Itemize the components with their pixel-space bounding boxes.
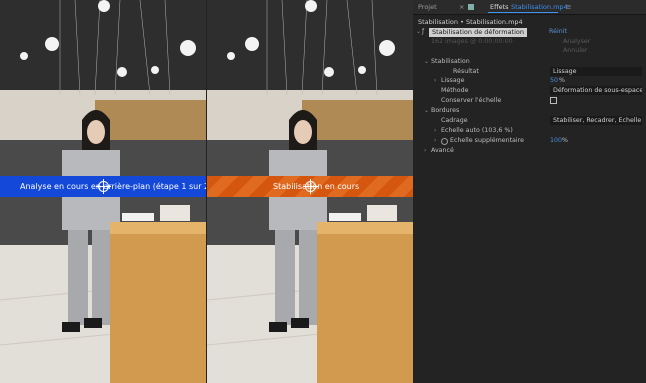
lissage-unit: % (559, 77, 565, 84)
conserver-label: Conserver l'échelle (441, 97, 502, 104)
effect-name-label[interactable]: Stabilisation de déformation (429, 28, 527, 37)
chevron-right-icon[interactable]: › (434, 137, 436, 144)
resultat-dropdown[interactable]: Lissage (550, 67, 642, 76)
chevron-right-icon[interactable]: › (424, 147, 426, 154)
effect-controls-panel: Projet × Effets Stabilisation.mp4 ≡ Stab… (413, 0, 646, 383)
chevron-right-icon[interactable]: › (434, 127, 436, 134)
right-preview-frame: Stabilisation en cours (207, 0, 413, 383)
crosshair-icon (96, 179, 111, 194)
echelle-sup-value[interactable]: 100 (550, 137, 562, 144)
section-bordures[interactable]: Bordures (431, 107, 459, 114)
chevron-down-icon[interactable]: ⌄ (424, 107, 429, 114)
chevron-right-icon[interactable]: › (434, 77, 436, 84)
effects-panel-icon (468, 4, 474, 10)
resultat-label: Résultat (453, 68, 479, 75)
left-preview-frame: Analyse en cours en arrière-plan (étape … (0, 0, 206, 383)
section-avance[interactable]: Avancé (431, 147, 454, 154)
fx-toggle-icon[interactable]: ƒ (422, 28, 424, 35)
lissage-label: Lissage (441, 77, 465, 84)
cadrage-dropdown[interactable]: Stabiliser, Recadrer, Echelle aut (550, 116, 642, 125)
echelle-sup-unit: % (562, 137, 568, 144)
analysis-banner-text: Analyse en cours en arrière-plan (étape … (20, 182, 206, 191)
lissage-value[interactable]: 50 (550, 77, 558, 84)
cancel-button[interactable]: Annuler (563, 47, 588, 54)
tab-project[interactable]: Projet (418, 3, 437, 11)
echelle-sup-label: Echelle supplémentaire (450, 137, 524, 144)
close-icon[interactable]: × (459, 3, 464, 11)
stopwatch-icon[interactable] (441, 138, 448, 145)
conserver-checkbox[interactable] (550, 97, 557, 104)
analyze-button[interactable]: Analyser (563, 38, 590, 45)
methode-dropdown[interactable]: Déformation de sous-espace (550, 86, 642, 95)
echelle-auto-label: Echelle auto (103,6 %) (441, 127, 513, 134)
cadrage-label: Cadrage (441, 117, 468, 124)
active-tab-indicator (488, 12, 558, 13)
frame-count-text: 162 images @ 0:00:00:00 (431, 38, 513, 45)
crosshair-icon (303, 179, 318, 194)
panel-tab-bar: Projet × Effets Stabilisation.mp4 ≡ (413, 0, 646, 15)
chevron-down-icon[interactable]: ⌄ (424, 58, 429, 65)
video-preview: Analyse en cours en arrière-plan (étape … (0, 0, 413, 383)
panel-menu-icon[interactable]: ≡ (566, 3, 571, 11)
methode-label: Méthode (441, 87, 469, 94)
reset-button[interactable]: Réinit (549, 28, 567, 35)
section-stabilisation[interactable]: Stabilisation (431, 58, 470, 65)
tab-effects[interactable]: Effets (490, 3, 509, 11)
chevron-down-icon[interactable]: ⌄ (416, 28, 421, 35)
breadcrumb: Stabilisation • Stabilisation.mp4 (418, 18, 523, 26)
tab-file-name[interactable]: Stabilisation.mp4 (511, 3, 568, 11)
